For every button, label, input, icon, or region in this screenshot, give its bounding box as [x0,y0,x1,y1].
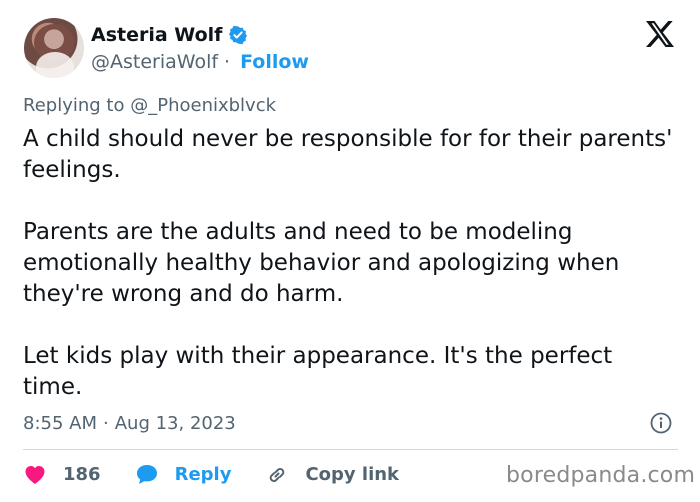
tweet-paragraph: Let kids play with their appearance. It'… [23,343,620,400]
tweet-paragraph: A child should never be responsible for … [23,126,680,183]
avatar-body [36,52,74,78]
reply-prefix: Replying to [23,95,125,116]
info-icon[interactable] [650,412,672,434]
like-count: 186 [63,463,101,485]
author-display-name[interactable]: Asteria Wolf [91,24,222,46]
x-logo-icon[interactable] [644,20,676,48]
tweet-date: Aug 13, 2023 [114,412,236,434]
reply-label: Reply [174,463,232,485]
action-bar: 186 Reply Copy link [23,460,433,488]
verified-badge-icon [228,25,248,45]
divider [23,449,678,450]
follow-button[interactable]: Follow [240,51,309,73]
reply-bubble-icon [136,465,157,484]
tweet-paragraph: Parents are the adults and need to be mo… [23,219,627,307]
reply-button[interactable]: Reply [135,463,232,485]
copy-link-button[interactable]: Copy link [265,463,399,485]
tweet-text: A child should never be responsible for … [23,124,678,403]
tweet-time: 8:55 AM [23,412,97,434]
tweet-card: Asteria Wolf @AsteriaWolf · Follow Reply… [0,0,700,502]
heart-icon [25,466,45,484]
timestamp-separator: · [103,412,109,434]
copy-link-label: Copy link [305,463,400,485]
watermark: boredpanda.com [506,463,696,488]
author-handle-row: @AsteriaWolf · Follow [91,50,309,74]
reply-to-handle[interactable]: @_Phoenixblvck [130,95,276,116]
handle-separator: · [224,51,231,73]
like-button[interactable]: 186 [23,463,101,485]
reply-context: Replying to @_Phoenixblvck [23,95,276,116]
author-handle[interactable]: @AsteriaWolf [91,51,218,73]
author-name-row: Asteria Wolf [91,22,248,48]
avatar[interactable] [24,18,84,78]
tweet-timestamp[interactable]: 8:55 AM · Aug 13, 2023 [23,410,236,436]
link-icon [270,468,285,482]
